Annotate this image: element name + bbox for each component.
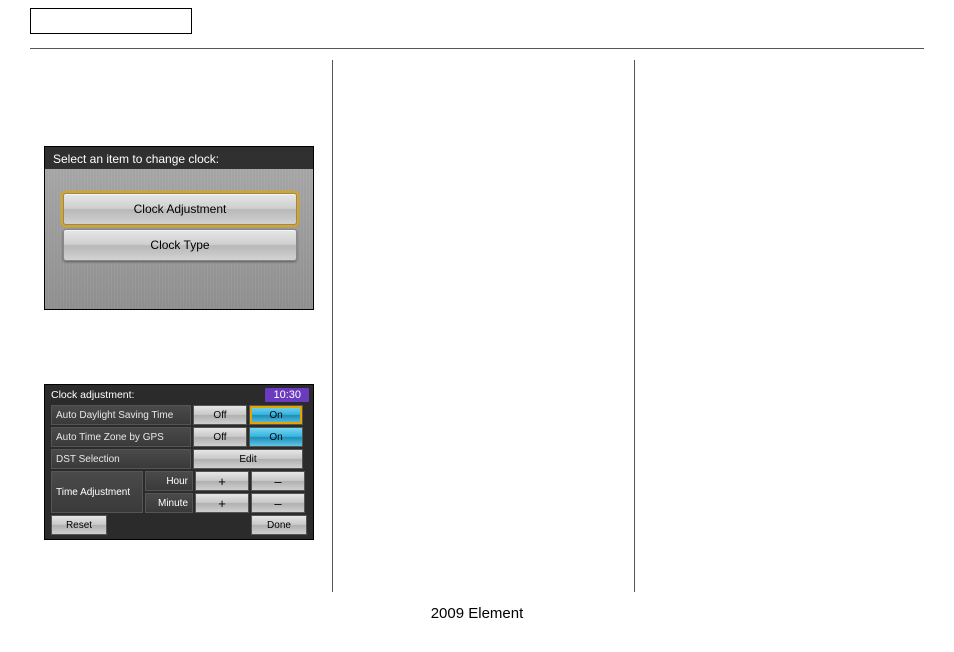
clock-adjustment-screenshot: Clock adjustment: 10:30 Auto Daylight Sa… bbox=[44, 384, 314, 540]
timezone-on-button[interactable]: On bbox=[249, 427, 303, 447]
daylight-saving-label: Auto Daylight Saving Time bbox=[51, 405, 191, 425]
screen2-header-row: Clock adjustment: 10:30 bbox=[45, 385, 313, 405]
empty-header-box bbox=[30, 8, 192, 34]
dst-edit-button[interactable]: Edit bbox=[193, 449, 303, 469]
screen2-footer: Reset Done bbox=[51, 515, 307, 535]
clock-adjustment-button[interactable]: Clock Adjustment bbox=[63, 193, 297, 225]
settings-grid: Auto Daylight Saving Time Off On Auto Ti… bbox=[45, 405, 313, 469]
reset-button[interactable]: Reset bbox=[51, 515, 107, 535]
minute-minus-button[interactable]: – bbox=[251, 493, 305, 513]
clock-time-badge: 10:30 bbox=[265, 388, 309, 402]
column-separator-2 bbox=[634, 60, 635, 592]
minute-label: Minute bbox=[145, 493, 193, 513]
screen1-header: Select an item to change clock: bbox=[45, 147, 313, 171]
done-button[interactable]: Done bbox=[251, 515, 307, 535]
hour-label: Hour bbox=[145, 471, 193, 491]
minute-plus-button[interactable]: + bbox=[195, 493, 249, 513]
column-separator-1 bbox=[332, 60, 333, 592]
screen2-header: Clock adjustment: bbox=[51, 389, 134, 401]
dst-selection-label: DST Selection bbox=[51, 449, 191, 469]
daylight-on-button[interactable]: On bbox=[249, 405, 303, 425]
clock-menu-screenshot: Select an item to change clock: Clock Ad… bbox=[44, 146, 314, 310]
hour-plus-button[interactable]: + bbox=[195, 471, 249, 491]
timezone-off-button[interactable]: Off bbox=[193, 427, 247, 447]
timezone-label: Auto Time Zone by GPS bbox=[51, 427, 191, 447]
daylight-off-button[interactable]: Off bbox=[193, 405, 247, 425]
page-footer-label: 2009 Element bbox=[0, 605, 954, 622]
time-adjustment-group: Time Adjustment Hour + – Minute + – bbox=[45, 469, 313, 513]
horizontal-rule bbox=[30, 48, 924, 49]
time-adjustment-label: Time Adjustment bbox=[51, 471, 143, 513]
hour-minus-button[interactable]: – bbox=[251, 471, 305, 491]
clock-type-button[interactable]: Clock Type bbox=[63, 229, 297, 261]
screen1-panel: Clock Adjustment Clock Type bbox=[45, 169, 313, 309]
